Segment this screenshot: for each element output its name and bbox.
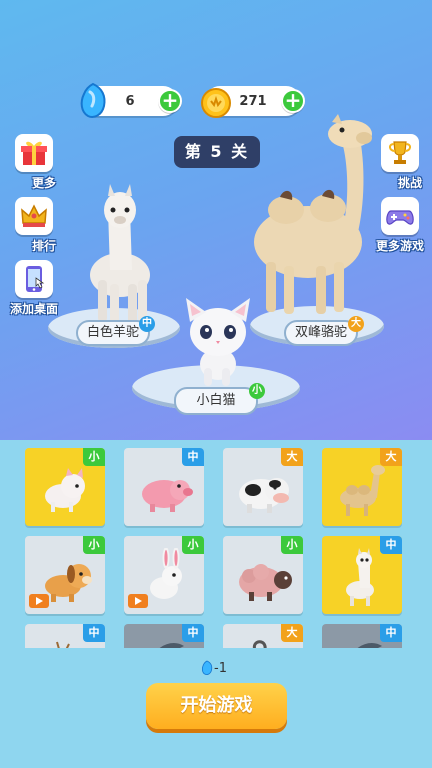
add-coins-button[interactable]: + xyxy=(281,89,305,113)
alpaca-size: 中 xyxy=(142,318,152,329)
cat-size-badge: 小 xyxy=(249,383,265,399)
camel-name-tag: 双峰骆驼 xyxy=(284,320,358,346)
size-tag: 中 xyxy=(182,624,204,642)
animal-card-deer[interactable]: 中 xyxy=(25,624,105,648)
gamepad-icon xyxy=(381,197,419,235)
cat-name-tag: 小白猫 xyxy=(174,387,258,415)
animal-grid[interactable]: 小中大大小小小中中中大中 xyxy=(25,448,407,648)
animal-card-cat[interactable]: 小 xyxy=(25,448,105,526)
size-tag: 中 xyxy=(380,624,402,642)
white-cat-figure[interactable] xyxy=(176,294,260,390)
phone-icon xyxy=(15,260,53,298)
animal-card-rabbit[interactable]: 小 xyxy=(124,536,204,614)
animal-card-camel[interactable]: 大 xyxy=(322,448,402,526)
camel-name: 双峰骆驼 xyxy=(294,325,347,340)
cat-name: 小白猫 xyxy=(196,393,236,408)
video-icon xyxy=(29,594,49,608)
alpaca-name: 白色羊驼 xyxy=(86,325,139,340)
camel-size-badge: 大 xyxy=(348,316,364,332)
more-games-button[interactable]: 更多游戏 xyxy=(375,197,425,255)
size-tag: 大 xyxy=(380,448,402,466)
add-to-desktop-label: 添加桌面 xyxy=(9,302,59,316)
animal-card-sheep[interactable]: 小 xyxy=(223,536,303,614)
alpaca-size-badge: 中 xyxy=(139,316,155,332)
cost-value: -1 xyxy=(214,660,227,676)
game-scene: 6 + 271 + 第 5 关 更多 排行 添加桌面 挑战 更多游戏 白色羊驼 … xyxy=(0,0,432,440)
animal-card-dog[interactable]: 小 xyxy=(25,536,105,614)
challenge-label: 挑战 xyxy=(397,176,422,190)
camel-figure[interactable] xyxy=(246,112,376,317)
rank-label: 排行 xyxy=(31,239,56,253)
size-tag: 大 xyxy=(281,448,303,466)
size-tag: 小 xyxy=(83,448,105,466)
more-label: 更多 xyxy=(31,176,56,190)
animal-card-cow[interactable]: 大 xyxy=(223,448,303,526)
add-to-desktop-button[interactable]: 添加桌面 xyxy=(9,260,59,318)
animal-card-locked[interactable]: 中 xyxy=(124,624,204,648)
animal-card-alpaca[interactable]: 中 xyxy=(322,536,402,614)
size-tag: 小 xyxy=(83,536,105,554)
challenge-button[interactable]: 挑战 xyxy=(378,134,422,192)
alpaca-icon xyxy=(346,548,374,606)
gift-icon xyxy=(15,134,53,172)
video-icon xyxy=(128,594,148,608)
cow-icon xyxy=(239,478,289,513)
camel-icon xyxy=(340,465,385,516)
pig-icon xyxy=(142,480,193,512)
size-tag: 中 xyxy=(182,448,204,466)
start-cost: -1 xyxy=(200,658,227,678)
camel-size: 大 xyxy=(351,318,361,329)
animal-card-locked[interactable]: 中 xyxy=(322,624,402,648)
rank-button[interactable]: 排行 xyxy=(12,197,56,255)
cat-size: 小 xyxy=(252,385,262,396)
more-games-label: 更多游戏 xyxy=(375,239,425,253)
white-alpaca-figure[interactable] xyxy=(80,180,160,330)
size-tag: 小 xyxy=(182,536,204,554)
size-tag: 大 xyxy=(281,624,303,642)
size-tag: 小 xyxy=(281,536,303,554)
animal-select-panel: 小中大大小小小中中中大中 -1 开始游戏 xyxy=(0,440,432,768)
crown-icon xyxy=(15,197,53,235)
cat-icon xyxy=(45,468,85,512)
start-game-button[interactable]: 开始游戏 xyxy=(146,683,287,729)
gem-counter: 6 + xyxy=(80,82,182,118)
add-gems-button[interactable]: + xyxy=(158,89,182,113)
gem-icon xyxy=(201,660,213,675)
more-button[interactable]: 更多 xyxy=(12,134,56,192)
sheep-icon xyxy=(239,564,292,601)
size-tag: 中 xyxy=(83,624,105,642)
animal-card-pig[interactable]: 中 xyxy=(124,448,204,526)
size-tag: 中 xyxy=(380,536,402,554)
animal-card-goat[interactable]: 大 xyxy=(223,624,303,648)
trophy-icon xyxy=(381,134,419,172)
